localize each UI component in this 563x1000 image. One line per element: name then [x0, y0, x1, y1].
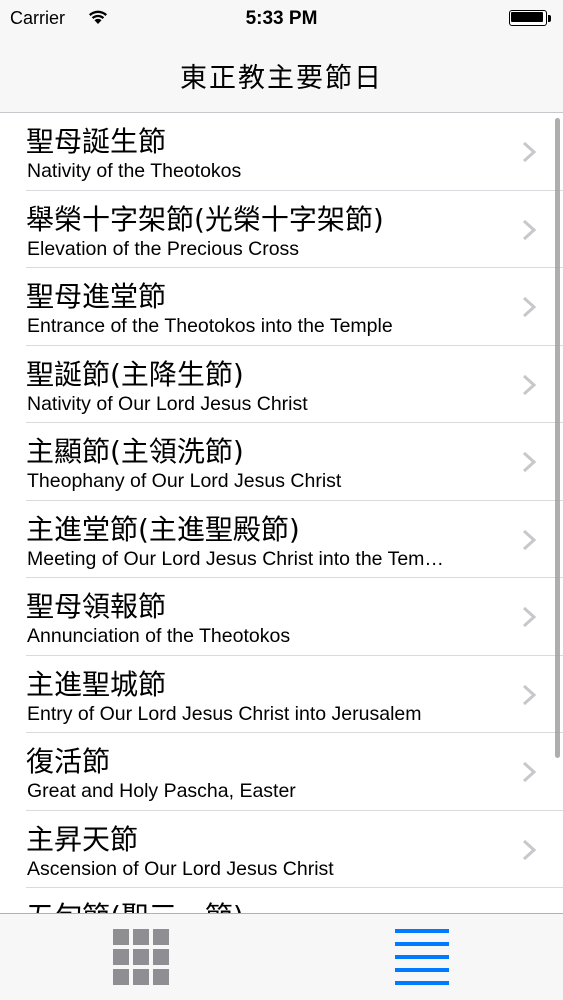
list-item[interactable]: 復活節 Great and Holy Pascha, Easter — [26, 733, 563, 811]
list-item[interactable]: 聖母誕生節 Nativity of the Theotokos — [26, 113, 563, 191]
list-icon[interactable] — [395, 929, 449, 989]
list-item-title: 主顯節(主領洗節) — [26, 435, 244, 468]
battery-icon — [509, 10, 553, 28]
chevron-right-icon — [522, 606, 537, 628]
chevron-right-icon — [522, 761, 537, 783]
list-item-title: 主昇天節 — [26, 822, 139, 856]
list-item-title: 五旬節(聖三一節) — [26, 895, 244, 913]
navigation-bar: 東正教主要節日 — [0, 40, 563, 113]
chevron-right-icon — [522, 296, 537, 318]
chevron-right-icon — [522, 141, 537, 163]
list-item-title: 聖誕節(主降生節) — [26, 357, 244, 391]
list-item[interactable]: 主昇天節 Ascension of Our Lord Jesus Christ — [26, 811, 563, 888]
status-time: 5:33 PM — [245, 8, 318, 29]
list-item-title: 聖母進堂節 — [26, 280, 167, 313]
list-item[interactable]: 五旬節(聖三一節) — [26, 888, 563, 913]
list-item[interactable]: 主顯節(主領洗節) Theophany of Our Lord Jesus Ch… — [26, 423, 563, 501]
list-item[interactable]: 聖母領報節 Annunciation of the Theotokos — [26, 578, 563, 656]
list-item-title: 主進聖城節 — [26, 667, 167, 701]
list-item-subtitle: Annunciation of the Theotokos — [27, 625, 291, 647]
list-item-subtitle: Ascension of Our Lord Jesus Christ — [27, 857, 334, 880]
chevron-right-icon — [522, 374, 537, 395]
scrollbar[interactable] — [555, 118, 560, 758]
list-item-title: 聖母誕生節 — [26, 125, 167, 158]
list-item-subtitle: Entrance of the Theotokos into the Templ… — [27, 315, 393, 337]
tab-bar — [0, 913, 563, 1000]
list-item-title: 舉榮十字架節(光榮十字架節) — [26, 202, 384, 236]
list-item[interactable]: 主進聖城節 Entry of Our Lord Jesus Christ int… — [26, 656, 563, 733]
chevron-right-icon — [522, 451, 537, 473]
chevron-right-icon — [522, 219, 537, 240]
chevron-right-icon — [522, 529, 537, 550]
list-item-subtitle: Elevation of the Precious Cross — [27, 237, 300, 260]
feast-list: 聖母誕生節 Nativity of the Theotokos 舉榮十字架節(光… — [0, 113, 563, 913]
status-bar: Carrier 5:33 PM — [0, 0, 563, 40]
list-item-subtitle: Great and Holy Pascha, Easter — [27, 780, 296, 802]
page-title: 東正教主要節日 — [180, 63, 383, 94]
list-item-subtitle: Nativity of the Theotokos — [27, 160, 242, 182]
list-item-subtitle: Meeting of Our Lord Jesus Christ into th… — [27, 547, 444, 570]
list-item-title: 主進堂節(主進聖殿節) — [26, 512, 300, 546]
list-item-subtitle: Theophany of Our Lord Jesus Christ — [27, 470, 342, 492]
chevron-right-icon — [522, 839, 537, 860]
list-item-subtitle: Entry of Our Lord Jesus Christ into Jeru… — [27, 702, 422, 725]
list-item-title: 聖母領報節 — [26, 590, 167, 623]
chevron-right-icon — [522, 684, 537, 705]
list-item-title: 復活節 — [26, 745, 111, 778]
list-item[interactable]: 聖母進堂節 Entrance of the Theotokos into the… — [26, 268, 563, 346]
list-item[interactable]: 聖誕節(主降生節) Nativity of Our Lord Jesus Chr… — [26, 346, 563, 423]
list-item[interactable]: 舉榮十字架節(光榮十字架節) Elevation of the Precious… — [26, 191, 563, 268]
list-item-subtitle: Nativity of Our Lord Jesus Christ — [27, 392, 308, 415]
grid-icon[interactable] — [113, 929, 169, 989]
list-item[interactable]: 主進堂節(主進聖殿節) Meeting of Our Lord Jesus Ch… — [26, 501, 563, 578]
